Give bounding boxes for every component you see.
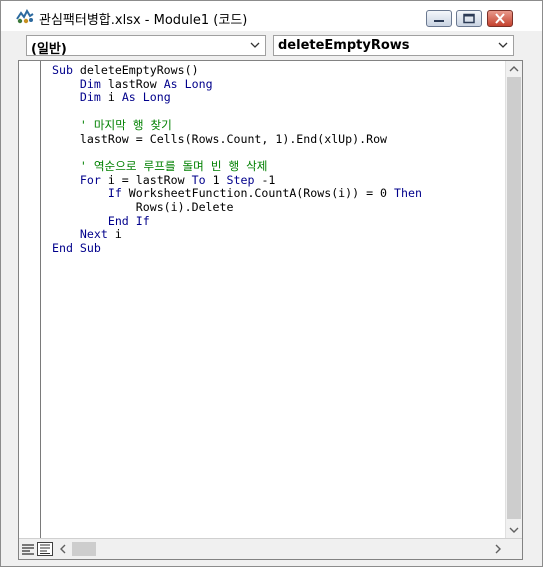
- code-keyword: Then: [394, 186, 422, 201]
- procedure-dropdown[interactable]: deleteEmptyRows: [273, 35, 514, 56]
- code-keyword: As Long: [121, 90, 171, 105]
- code-token: i = lastRow: [107, 172, 192, 187]
- scroll-down-icon[interactable]: [509, 526, 519, 534]
- horizontal-scroll-thumb[interactable]: [72, 542, 96, 556]
- code-token: WorksheetFunction.CountA(Rows(i)) = 0: [128, 186, 395, 201]
- code-line[interactable]: End If: [52, 213, 422, 229]
- close-button[interactable]: [487, 10, 513, 27]
- code-token: Rows(i).Delete: [52, 200, 234, 215]
- code-line[interactable]: If WorksheetFunction.CountA(Rows(i)) = 0…: [52, 186, 422, 201]
- code-token: deleteEmptyRows(): [79, 63, 199, 77]
- scroll-left-icon[interactable]: [59, 544, 67, 554]
- code-token: i: [114, 227, 122, 242]
- title-bar[interactable]: 관심팩터병합.xlsx - Module1 (코드): [1, 1, 542, 31]
- code-keyword: For: [52, 172, 108, 187]
- code-token: lastRow: [107, 76, 164, 91]
- close-icon: [495, 13, 505, 24]
- vba-module-icon: [16, 9, 34, 24]
- window-title: 관심팩터병합.xlsx - Module1 (코드): [39, 13, 248, 28]
- code-keyword: If: [52, 186, 129, 201]
- margin-indicator-bar[interactable]: [19, 61, 41, 539]
- chevron-down-icon: [498, 42, 508, 48]
- procedure-view-icon[interactable]: [21, 543, 35, 555]
- code-line[interactable]: Dim lastRow As Long: [52, 76, 422, 92]
- code-keyword: End If: [52, 213, 150, 228]
- code-line[interactable]: [52, 146, 422, 160]
- horizontal-scrollbar-area: [19, 538, 522, 559]
- code-keyword: Dim: [52, 90, 108, 105]
- scroll-up-icon[interactable]: [509, 65, 519, 73]
- code-keyword: Step: [226, 172, 262, 187]
- object-dropdown-value: (일반): [31, 42, 67, 57]
- code-token: i: [107, 90, 122, 105]
- code-line[interactable]: ' 역순으로 루프를 돌며 빈 행 삭제: [52, 158, 422, 174]
- code-line[interactable]: End Sub: [52, 241, 422, 256]
- code-comment: ' 마지막 행 찾기: [52, 117, 172, 132]
- code-line[interactable]: Rows(i).Delete: [52, 200, 422, 215]
- code-keyword: Next: [52, 227, 115, 242]
- minimize-button[interactable]: [426, 10, 452, 27]
- code-line[interactable]: For i = lastRow To 1 Step -1: [52, 172, 422, 188]
- vba-code-window: 관심팩터병합.xlsx - Module1 (코드) (일반) deleteEm…: [0, 0, 543, 567]
- code-keyword: Sub: [52, 63, 80, 77]
- restore-icon: [463, 13, 475, 24]
- procedure-dropdown-value: deleteEmptyRows: [278, 38, 410, 53]
- chevron-down-icon: [250, 42, 260, 48]
- code-comment: ' 역순으로 루프를 돌며 빈 행 삭제: [52, 158, 268, 173]
- code-token: -1: [261, 172, 276, 187]
- code-token: lastRow = Cells(Rows.Count, 1).End(xlUp)…: [52, 131, 388, 146]
- object-dropdown[interactable]: (일반): [26, 35, 266, 57]
- code-line[interactable]: ' 마지막 행 찾기: [52, 117, 422, 133]
- code-line[interactable]: [52, 105, 422, 119]
- code-keyword: As Long: [163, 76, 213, 91]
- code-keyword: To: [191, 172, 213, 187]
- code-token: 1: [212, 172, 227, 187]
- minimize-icon: [434, 20, 444, 22]
- vertical-scroll-thumb[interactable]: [507, 77, 521, 519]
- code-line[interactable]: Sub deleteEmptyRows(): [52, 63, 422, 78]
- code-keyword: Dim: [52, 76, 108, 91]
- code-editor[interactable]: Sub deleteEmptyRows() Dim lastRow As Lon…: [18, 60, 523, 560]
- full-module-view-icon[interactable]: [37, 542, 53, 556]
- scroll-right-icon[interactable]: [494, 544, 502, 554]
- code-keyword: End Sub: [52, 241, 101, 256]
- code-text[interactable]: Sub deleteEmptyRows() Dim lastRow As Lon…: [52, 63, 422, 256]
- code-line[interactable]: Dim i As Long: [52, 91, 422, 105]
- code-line[interactable]: Next i: [52, 228, 422, 242]
- vertical-scrollbar[interactable]: [505, 61, 522, 539]
- code-line[interactable]: lastRow = Cells(Rows.Count, 1).End(xlUp)…: [52, 131, 422, 147]
- restore-button[interactable]: [456, 10, 482, 27]
